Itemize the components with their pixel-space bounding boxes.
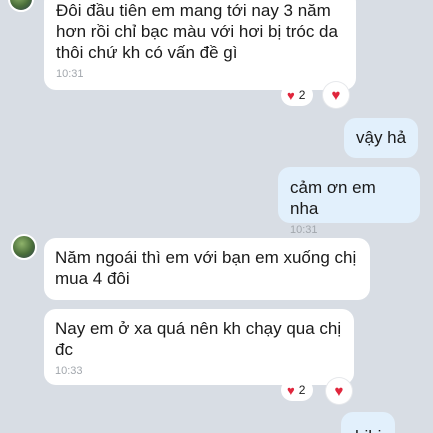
- heart-icon: ♥: [331, 86, 341, 104]
- reaction-count[interactable]: ♥ 2: [281, 84, 314, 106]
- heart-icon: ♥: [334, 382, 344, 400]
- message-text: hihi: [355, 427, 381, 433]
- react-button[interactable]: ♥: [326, 378, 352, 404]
- incoming-message[interactable]: Nay em ở xa quá nên kh chạy qua chị đc 1…: [44, 309, 354, 385]
- message-time: 10:31: [56, 68, 84, 80]
- heart-icon: ♥: [287, 87, 295, 103]
- heart-icon: ♥: [287, 382, 295, 398]
- react-button[interactable]: ♥: [323, 82, 349, 108]
- outgoing-message[interactable]: vậy hả: [344, 118, 419, 158]
- contact-avatar[interactable]: [8, 0, 34, 12]
- message-text: cảm ơn em nha: [290, 178, 376, 218]
- message-text: Năm ngoái thì em với bạn em xuống chị mu…: [55, 248, 357, 288]
- reaction-count-value: 2: [298, 88, 306, 102]
- incoming-message[interactable]: Đôi đầu tiên em mang tới nay 3 năm hơn r…: [44, 0, 356, 90]
- contact-avatar[interactable]: [11, 234, 37, 260]
- message-text: vậy hả: [356, 128, 407, 147]
- incoming-message[interactable]: Năm ngoái thì em với bạn em xuống chị mu…: [44, 238, 370, 300]
- reaction-count-value: 2: [298, 383, 306, 397]
- message-time: 10:31: [290, 224, 318, 236]
- message-text: Nay em ở xa quá nên kh chạy qua chị đc: [55, 319, 342, 359]
- message-text: Đôi đầu tiên em mang tới nay 3 năm hơn r…: [56, 1, 338, 62]
- outgoing-message[interactable]: hihi: [341, 412, 396, 433]
- message-time: 10:33: [55, 365, 83, 377]
- reaction-count[interactable]: ♥ 2: [281, 379, 314, 401]
- outgoing-message[interactable]: cảm ơn em nha 10:31: [278, 167, 420, 236]
